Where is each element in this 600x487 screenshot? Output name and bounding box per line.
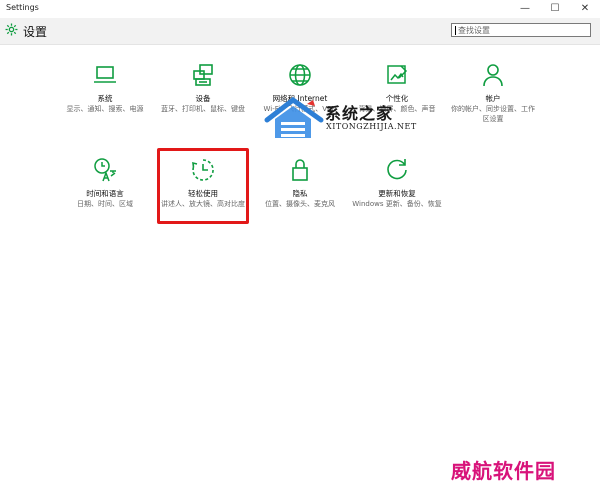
site-watermark-en: XITONGZHIJIA.NET (326, 122, 417, 131)
laptop-icon (94, 66, 116, 83)
brand-watermark: 威航软件园 (451, 459, 556, 483)
tile-privacy-name: 隐私 (292, 189, 308, 198)
devices-icon (193, 64, 213, 86)
tile-update-recovery-desc: Windows 更新、备份、恢复 (352, 200, 442, 208)
maximize-button[interactable]: ☐ (540, 0, 570, 18)
settings-header: 设置 查找设置 (0, 18, 600, 45)
site-watermark: 系统之家 XITONGZHIJIA.NET (263, 94, 458, 142)
search-placeholder: 查找设置 (458, 26, 490, 35)
site-watermark-cn: 系统之家 (325, 104, 394, 123)
minimize-button[interactable]: — (510, 0, 540, 18)
close-button[interactable]: ✕ (570, 0, 600, 18)
window-title: Settings (6, 3, 39, 12)
tile-accounts-name: 帐户 (485, 94, 501, 103)
tile-time-language[interactable]: 时间和语言 日期、时间、区域 (60, 157, 150, 209)
tile-accounts-desc: 你的帐户、同步设置、工作区设置 (451, 105, 535, 123)
tile-update-recovery-name: 更新和恢复 (378, 189, 416, 198)
tile-update-recovery[interactable]: 更新和恢复 Windows 更新、备份、恢复 (352, 157, 442, 209)
refresh-icon (387, 159, 407, 180)
highlight-box (157, 148, 249, 224)
gear-icon (5, 23, 18, 36)
tile-system[interactable]: 系统 显示、通知、搜索、电源 (60, 62, 150, 114)
text-cursor (455, 26, 456, 35)
tile-privacy-desc: 位置、摄像头、麦克风 (265, 200, 335, 208)
tile-devices-desc: 蓝牙、打印机、鼠标、键盘 (161, 105, 245, 113)
page-title: 设置 (23, 25, 48, 39)
search-input[interactable]: 查找设置 (451, 23, 591, 37)
personalization-icon (387, 65, 408, 84)
tile-system-desc: 显示、通知、搜索、电源 (66, 105, 144, 113)
tile-privacy[interactable]: 隐私 位置、摄像头、麦克风 (255, 157, 345, 209)
tile-time-language-desc: 日期、时间、区域 (77, 200, 133, 208)
lock-icon (292, 159, 308, 181)
tile-devices[interactable]: 设备 蓝牙、打印机、鼠标、键盘 (158, 62, 248, 114)
house-logo-icon (264, 96, 324, 138)
tile-time-language-name: 时间和语言 (86, 189, 124, 198)
person-icon (483, 64, 503, 87)
title-bar: Settings — ☐ ✕ (0, 0, 600, 18)
time-language-icon (94, 158, 116, 182)
globe-icon (289, 64, 311, 86)
tile-devices-name: 设备 (195, 94, 211, 103)
tile-system-name: 系统 (97, 94, 113, 103)
tile-accounts[interactable]: 帐户 你的帐户、同步设置、工作区设置 (448, 62, 538, 124)
